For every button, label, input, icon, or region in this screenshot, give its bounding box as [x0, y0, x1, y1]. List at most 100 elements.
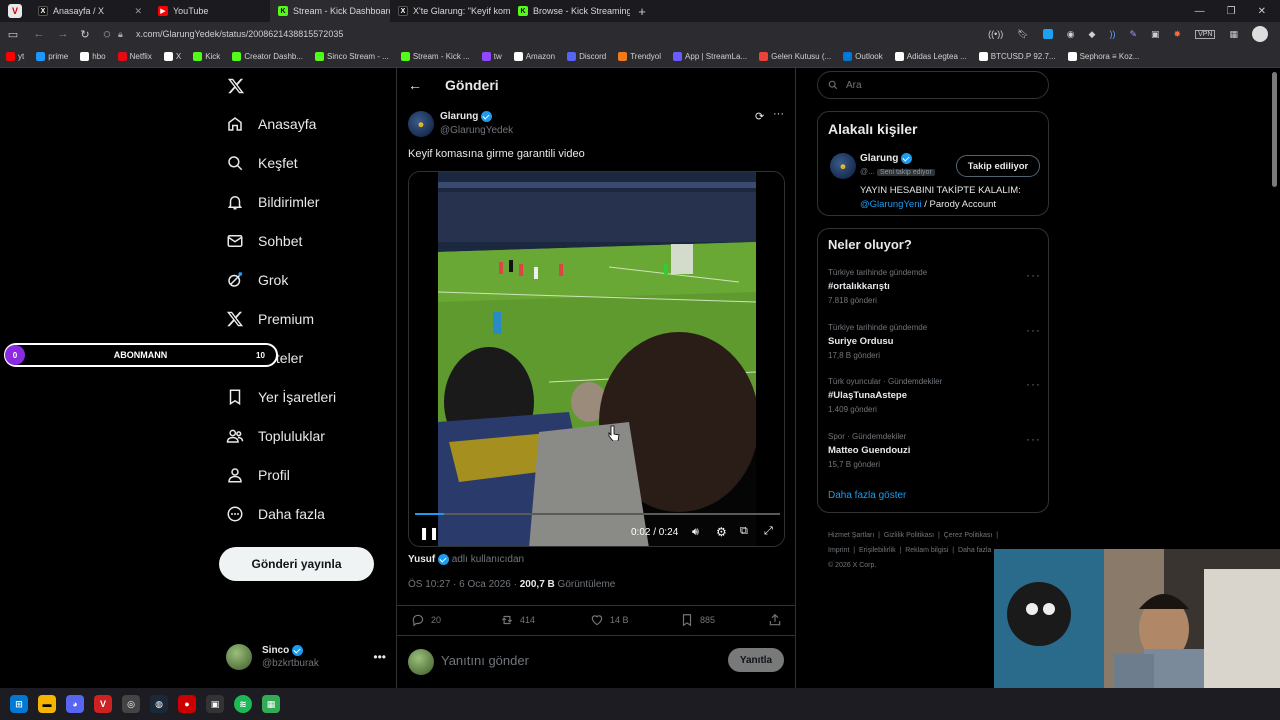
- bookmark-item[interactable]: prime: [30, 52, 74, 61]
- grok-explain-icon[interactable]: ⟳: [755, 110, 764, 123]
- nav-messages[interactable]: Sohbet: [226, 232, 302, 250]
- extension-icon[interactable]: )): [1109, 29, 1115, 39]
- bookmark-page-icon[interactable]: 🔖︎: [1017, 29, 1028, 40]
- bookmark-item[interactable]: Amazon: [508, 52, 561, 61]
- bookmark-item[interactable]: App | StreamLa...: [667, 52, 753, 61]
- nav-more[interactable]: Daha fazla: [226, 505, 325, 523]
- new-tab-icon[interactable]: +: [630, 4, 654, 19]
- bookmark-item[interactable]: Adidas Legtea ...: [889, 52, 973, 61]
- author-avatar[interactable]: ☻: [408, 111, 434, 137]
- post-timestamp[interactable]: ÖS 10:27 · 6 Oca 2026 ·: [408, 579, 520, 590]
- trend-item[interactable]: Spor · Gündemdekiler Matteo Guendouzi 15…: [828, 432, 910, 469]
- obs-icon[interactable]: ◎: [122, 695, 140, 713]
- extension-icon[interactable]: ◉: [1067, 29, 1075, 40]
- file-explorer-icon[interactable]: ▬: [38, 695, 56, 713]
- minecraft-icon[interactable]: ▦: [262, 695, 280, 713]
- nav-grok[interactable]: Grok: [226, 271, 288, 289]
- discord-icon[interactable]: ◕: [66, 695, 84, 713]
- extension-icon[interactable]: ◆: [1089, 29, 1096, 40]
- bookmark-item[interactable]: Sinco Stream - ...: [309, 52, 395, 61]
- bookmark-item[interactable]: hbo: [74, 52, 111, 61]
- nav-home[interactable]: Anasayfa: [226, 115, 316, 133]
- extension-icon[interactable]: [1042, 29, 1053, 39]
- video-player[interactable]: ❚❚ 0:02 / 0:24 🔊︎ ⚙ ⧉ ⤢: [408, 171, 785, 547]
- share-action[interactable]: [768, 613, 782, 632]
- volume-icon[interactable]: 🔊︎: [692, 526, 699, 539]
- bookmark-item[interactable]: Sephora ≡ Koz...: [1062, 52, 1146, 61]
- footer-link[interactable]: Çerez Politikası: [944, 532, 993, 539]
- bookmark-item[interactable]: Creator Dashb...: [226, 52, 309, 61]
- spotify-icon[interactable]: ≋: [234, 695, 252, 713]
- capcut-icon[interactable]: ▣: [206, 695, 224, 713]
- panel-toggle-icon[interactable]: ▭: [0, 28, 26, 41]
- bookmark-action[interactable]: 885: [680, 613, 715, 627]
- search-box[interactable]: Ara: [817, 71, 1049, 99]
- app-icon[interactable]: ●: [178, 695, 196, 713]
- browser-tab[interactable]: X Anasayfa / X ✕: [30, 0, 150, 22]
- post-button[interactable]: Gönderi yayınla: [219, 547, 374, 581]
- nav-bookmarks[interactable]: Yer İşaretleri: [226, 388, 336, 406]
- bookmark-item[interactable]: X: [158, 52, 187, 61]
- author-name[interactable]: Glarung: [440, 111, 478, 122]
- trend-item[interactable]: Türkiye tarihinde gündemde #ortalıkkarış…: [828, 268, 927, 305]
- like-action[interactable]: 14 B: [590, 613, 629, 627]
- steam-icon[interactable]: ◍: [150, 695, 168, 713]
- picture-in-picture-icon[interactable]: ⧉: [740, 525, 748, 538]
- nav-communities[interactable]: Topluluklar: [226, 427, 325, 445]
- account-switcher[interactable]: Sinco @bzkrtburak •••: [226, 644, 386, 670]
- minimize-icon[interactable]: —: [1195, 6, 1205, 17]
- more-horizontal-icon[interactable]: ···: [773, 108, 784, 120]
- url-field[interactable]: x.com/GlarungYedek/status/20086214388155…: [130, 29, 988, 39]
- vivaldi-menu-icon[interactable]: V: [0, 4, 30, 18]
- trend-item[interactable]: Türkiye tarihinde gündemde Suriye Ordusu…: [828, 323, 927, 360]
- browser-tab[interactable]: X X'te Glarung: "Keyif komas: [390, 0, 510, 22]
- repost-action[interactable]: 414: [500, 613, 535, 627]
- reply-action[interactable]: 20: [411, 613, 441, 627]
- author-handle[interactable]: @GlarungYedek: [440, 125, 513, 136]
- bookmark-item[interactable]: BTCUSD.P 92.7...: [973, 52, 1062, 61]
- pause-icon[interactable]: ❚❚: [419, 526, 439, 540]
- trend-item[interactable]: Türk oyuncular · Gündemdekiler #UlaşTuna…: [828, 377, 942, 414]
- bookmark-item[interactable]: Trendyol: [612, 52, 667, 61]
- windows-start-icon[interactable]: ⊞: [10, 695, 28, 713]
- maximize-icon[interactable]: ❐: [1227, 6, 1236, 17]
- more-horizontal-icon[interactable]: ···: [1026, 323, 1041, 337]
- nav-profile[interactable]: Profil: [226, 466, 290, 484]
- settings-icon[interactable]: ⚙: [716, 525, 727, 539]
- bio-link[interactable]: @GlarungYeni: [860, 199, 922, 210]
- author-block[interactable]: Glarung @GlarungYedek: [440, 111, 513, 136]
- more-horizontal-icon[interactable]: ···: [1026, 377, 1041, 391]
- footer-link[interactable]: Gizlilik Politikası: [884, 532, 934, 539]
- search-input[interactable]: Ara: [846, 80, 862, 91]
- broadcast-icon[interactable]: ((•)): [988, 29, 1003, 39]
- footer-link[interactable]: Imprint: [828, 547, 849, 554]
- footer-link[interactable]: Reklam bilgisi: [905, 547, 948, 554]
- related-user[interactable]: Glarung @... Seni takip ediyor: [860, 153, 935, 177]
- related-name[interactable]: Glarung: [860, 153, 898, 164]
- fullscreen-icon[interactable]: ⤢: [764, 525, 773, 538]
- nav-explore[interactable]: Keşfet: [226, 154, 298, 172]
- back-arrow-icon[interactable]: ←: [408, 77, 422, 93]
- bookmark-item[interactable]: yt: [0, 52, 30, 61]
- reply-input[interactable]: Yanıtını gönder: [441, 653, 529, 668]
- bookmark-item[interactable]: Netflix: [112, 52, 158, 61]
- vpn-icon[interactable]: VPN: [1195, 29, 1216, 39]
- bookmark-item[interactable]: tw: [476, 52, 508, 61]
- more-horizontal-icon[interactable]: ···: [1026, 432, 1041, 446]
- footer-link[interactable]: Erişilebilirlik: [859, 547, 896, 554]
- related-avatar[interactable]: ☻: [830, 153, 856, 179]
- browser-tab[interactable]: ▶ YouTube: [150, 0, 270, 22]
- vivaldi-icon[interactable]: V: [94, 695, 112, 713]
- nav-premium[interactable]: Premium: [226, 310, 314, 328]
- nav-notifications[interactable]: Bildirimler: [226, 193, 319, 211]
- more-horizontal-icon[interactable]: •••: [373, 650, 386, 664]
- reload-icon[interactable]: ↻: [74, 28, 96, 41]
- browser-tab[interactable]: K Browse - Kick Streaming: [510, 0, 630, 22]
- bookmark-item[interactable]: Stream - Kick ...: [395, 52, 476, 61]
- reply-button[interactable]: Yanıtla: [728, 648, 784, 672]
- footer-link[interactable]: Hizmet Şartları: [828, 532, 874, 539]
- bookmark-item[interactable]: Gelen Kutusu (...: [753, 52, 837, 61]
- x-logo-icon[interactable]: [226, 77, 246, 95]
- video-progress-track[interactable]: [415, 513, 780, 515]
- extension-icon[interactable]: ✸: [1174, 29, 1182, 40]
